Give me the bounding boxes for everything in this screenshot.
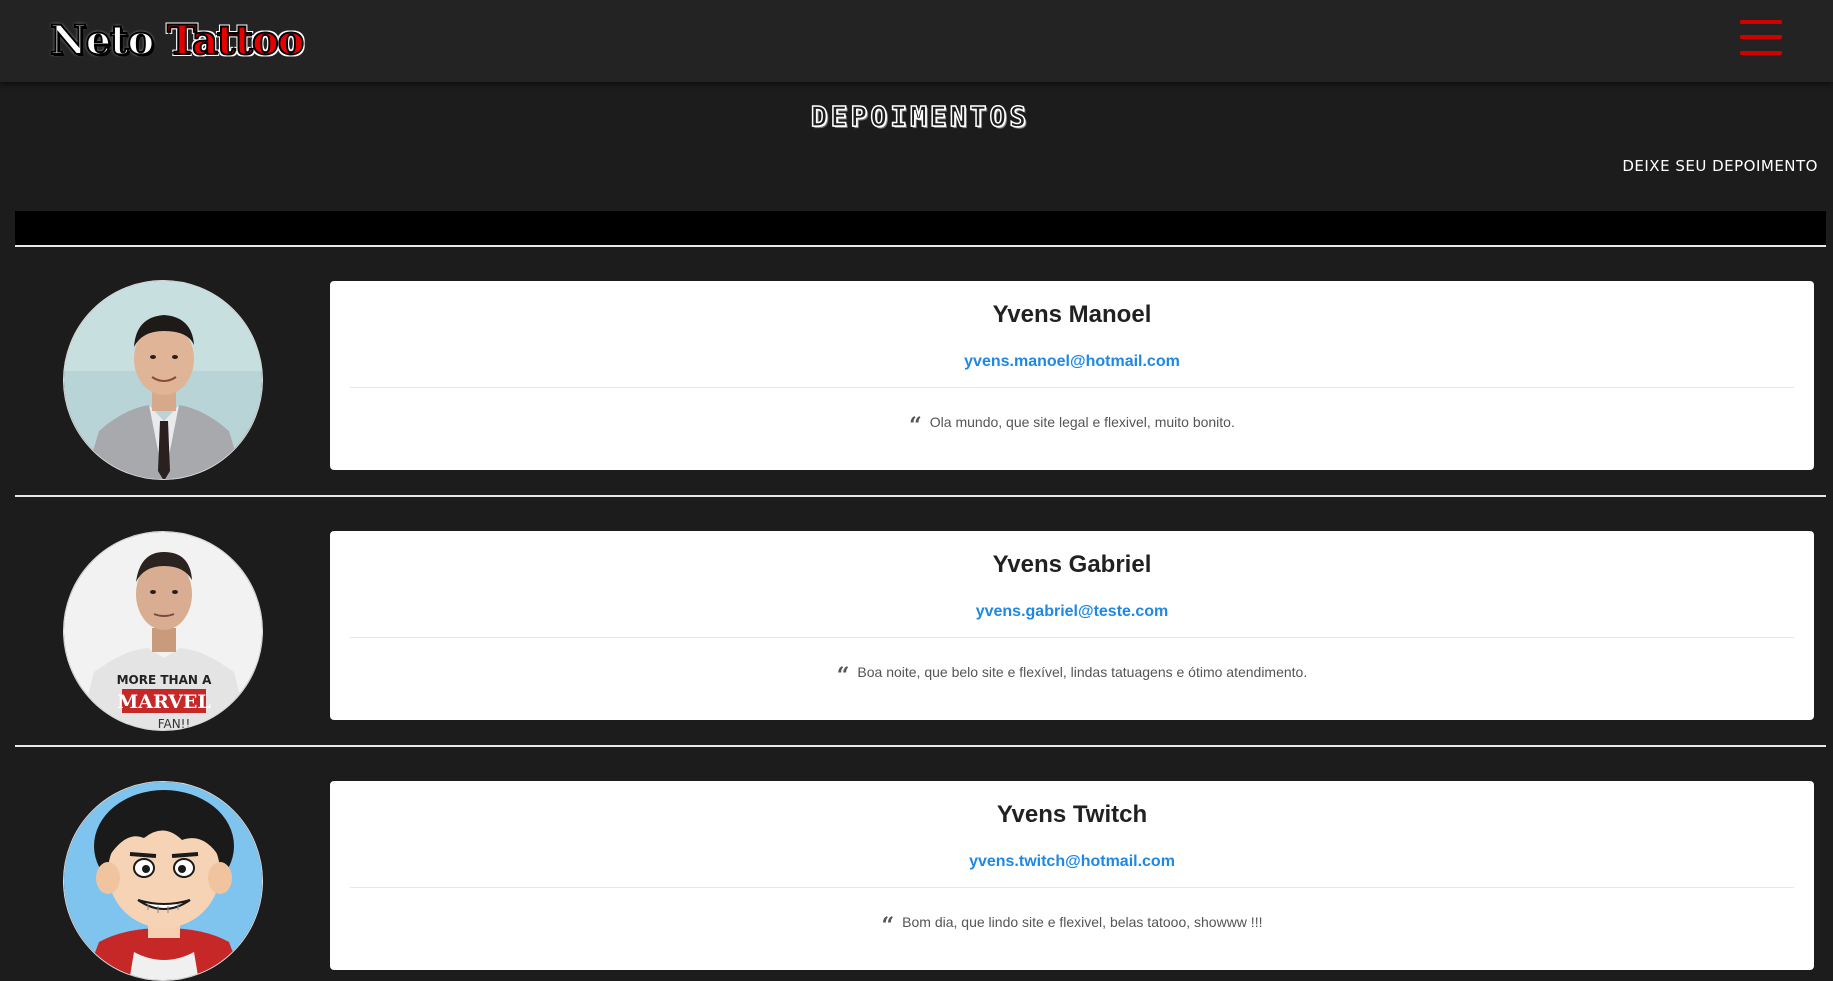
- testimonial-card: Yvens Manoel yvens.manoel@hotmail.com “ O…: [330, 281, 1814, 470]
- card-separator: [350, 637, 1794, 638]
- testimonial-quote-text: Boa noite, que belo site e flexível, lin…: [857, 664, 1308, 680]
- testimonial-quote: “ Ola mundo, que site legal e flexivel, m…: [330, 413, 1814, 439]
- testimonial-quote: “ Bom dia, que lindo site e flexivel, bel…: [330, 913, 1814, 939]
- quote-left-icon: “: [909, 413, 922, 439]
- avatar-yvens-gabriel: MORE THAN A MARVEL FAN!!: [63, 531, 263, 731]
- testimonial-quote: “ Boa noite, que belo site e flexível, li…: [330, 663, 1814, 689]
- section-divider: [15, 495, 1826, 497]
- avatar-yvens-twitch: [63, 781, 263, 981]
- hamburger-line: [1740, 20, 1782, 24]
- testimonial-name: Yvens Gabriel: [992, 551, 1152, 578]
- logo-word-neto: Neto: [49, 17, 155, 64]
- testimonial-email-link[interactable]: yvens.gabriel@teste.com: [330, 603, 1814, 621]
- testimonial-quote-text: Ola mundo, que site legal e flexivel, mu…: [929, 414, 1235, 430]
- hamburger-line: [1740, 51, 1782, 55]
- logo-word-tattoo: Tattoo: [166, 17, 305, 64]
- leave-testimonial-link[interactable]: DEIXE SEU DEPOIMENTO: [1622, 157, 1818, 175]
- page-title: DEPOIMENTOS: [810, 99, 1030, 134]
- hamburger-line: [1740, 35, 1782, 39]
- top-navbar: Neto Tattoo: [0, 0, 1833, 82]
- testimonial-quote-text: Bom dia, que lindo site e flexivel, bela…: [902, 914, 1263, 930]
- shirt-text: FAN!!: [158, 717, 191, 731]
- section-divider: [15, 745, 1826, 747]
- quote-left-icon: “: [881, 913, 895, 939]
- section-divider: [15, 245, 1826, 247]
- testimonial-name: Yvens Twitch: [996, 801, 1148, 828]
- brand-logo[interactable]: Neto Tattoo: [46, 14, 307, 68]
- testimonial-card: Yvens Gabriel yvens.gabriel@teste.com “ B…: [330, 531, 1814, 720]
- shirt-text: MARVEL: [117, 691, 210, 713]
- hamburger-menu-icon[interactable]: [1740, 20, 1782, 56]
- card-separator: [350, 387, 1794, 388]
- testimonial-email-link[interactable]: yvens.manoel@hotmail.com: [330, 353, 1814, 371]
- shirt-text: MORE THAN A: [117, 673, 212, 687]
- testimonial-email-link[interactable]: yvens.twitch@hotmail.com: [330, 853, 1814, 871]
- avatar-yvens-manoel: [63, 280, 263, 480]
- black-band: [15, 211, 1826, 245]
- testimonial-name: Yvens Manoel: [992, 301, 1152, 328]
- quote-left-icon: “: [836, 663, 850, 689]
- card-separator: [350, 887, 1794, 888]
- testimonial-card: Yvens Twitch yvens.twitch@hotmail.com “ B…: [330, 781, 1814, 970]
